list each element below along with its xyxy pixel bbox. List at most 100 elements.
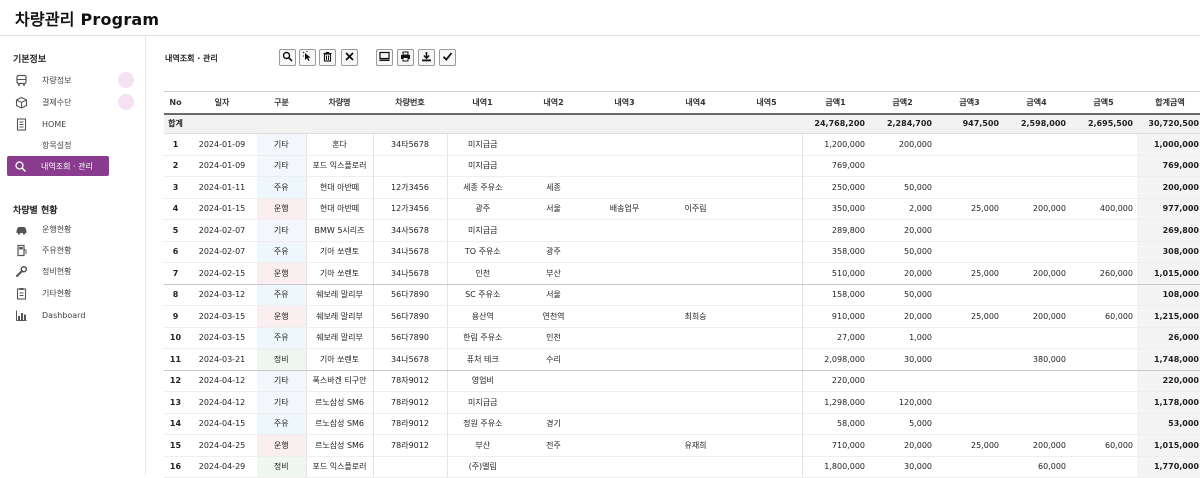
summary-cell (660, 113, 731, 134)
amount-3-cell (936, 133, 1003, 156)
table-row[interactable]: 1 2024-01-09 기타 혼다 34타5678 미지급금 1,200,000 200,0… (164, 133, 1200, 156)
sidebar-item-fuel-status[interactable]: 주유현황 (8, 240, 134, 260)
column-header[interactable]: 내역1 (447, 91, 518, 115)
amount-2-cell: 30,000 (869, 348, 936, 371)
search-button[interactable] (279, 49, 296, 66)
section-title-vehicle-status: 차량별 현황 (13, 206, 58, 216)
vehicle-name-cell: 포드 익스플로러 (305, 456, 374, 478)
monitor-button[interactable] (376, 49, 393, 66)
detail-3-cell (589, 155, 660, 177)
detail-1-cell: 미지급금 (446, 219, 518, 242)
delete-button[interactable] (319, 49, 336, 66)
amount-3-cell: 25,000 (936, 262, 1003, 285)
select-button[interactable] (299, 49, 316, 66)
sidebar-item-home[interactable]: HOME (8, 114, 134, 134)
table-row[interactable]: 4 2024-01-15 운행 현대 아반떼 12가3456 광주 서울 배송업무 이주림 350… (164, 198, 1200, 220)
table-row[interactable]: 11 2024-03-21 정비 기아 쏘렌토 34나5678 퓨처 테크 수리 2,098,… (164, 348, 1200, 371)
detail-2-cell: 경기 (518, 413, 589, 435)
amount-1-cell: 510,000 (802, 262, 869, 285)
plate-number-cell: 78자9012 (373, 370, 447, 392)
amount-2-cell: 30,000 (869, 456, 936, 478)
column-header[interactable]: No (164, 91, 187, 115)
detail-2-cell: 서울 (518, 284, 589, 306)
table-row[interactable]: 8 2024-03-12 주유 쉐보레 말리부 56다7890 SC 주유소 서울 158,0… (164, 284, 1200, 306)
table-row[interactable]: 6 2024-02-07 주유 기아 쏘렌토 34나5678 TO 주유소 광주 358,00… (164, 241, 1200, 263)
column-header[interactable]: 내역2 (518, 91, 589, 115)
sidebar: 기본정보 차량정보 결제수단 HOME 항목설정 내역조회 · 관리 차량별 현… (0, 36, 146, 475)
column-header[interactable]: 금액2 (869, 91, 936, 115)
amount-1-cell: 58,000 (802, 413, 869, 435)
download-button[interactable] (418, 49, 435, 66)
amount-3-cell (936, 456, 1003, 478)
column-header[interactable]: 금액4 (1003, 91, 1070, 115)
sidebar-item-label: 결제수단 (42, 97, 72, 107)
column-header[interactable]: 금액1 (802, 91, 869, 115)
status-badge (118, 72, 134, 88)
table-row[interactable]: 14 2024-04-15 주유 르노삼성 SM6 78라9012 정원 주유소 경기 58,… (164, 413, 1200, 435)
column-header[interactable]: 차량명 (306, 91, 373, 115)
column-header[interactable]: 차량번호 (373, 91, 447, 115)
category-cell: 기타 (257, 133, 306, 156)
table-row[interactable]: 2 2024-01-09 기타 포드 익스플로러 미지급금 769,000 769,000 (164, 155, 1200, 177)
sidebar-item-driving-status[interactable]: 운행현황 (8, 219, 134, 239)
row-number: 6 (164, 241, 187, 263)
main-content: 내역조회 · 관리 No 일자 구분 차량명 차량번호 내역1 내역2 내역3 … (147, 36, 1200, 478)
detail-2-cell (518, 133, 589, 156)
summary-amount-3: 947,500 (936, 113, 1003, 134)
row-number: 3 (164, 176, 187, 199)
amount-5-cell (1070, 284, 1137, 306)
column-header[interactable]: 내역5 (731, 91, 802, 115)
amount-4-cell (1003, 155, 1070, 177)
table-row[interactable]: 13 2024-04-12 기타 르노삼성 SM6 78라9012 미지급금 1,298,0… (164, 391, 1200, 414)
column-header[interactable]: 금액5 (1070, 91, 1137, 115)
summary-cell (447, 113, 518, 134)
table-row[interactable]: 7 2024-02-15 운행 기아 쏘렌토 34나5678 인천 부산 510,000 20,… (164, 262, 1200, 285)
sidebar-item-dashboard[interactable]: Dashboard (8, 305, 134, 325)
plate-number-cell (373, 456, 447, 478)
trash-icon (322, 51, 333, 65)
sidebar-item-history-management[interactable]: 내역조회 · 관리 (7, 156, 109, 176)
category-cell: 운행 (257, 434, 306, 457)
sidebar-item-payment-method[interactable]: 결제수단 (8, 92, 134, 112)
column-header[interactable]: 금액3 (936, 91, 1003, 115)
sidebar-item-etc-status[interactable]: 기타현황 (8, 283, 134, 303)
summary-row: 합계 24,768,200 2,284,700 947,500 2,598,00… (164, 113, 1200, 134)
detail-5-cell (731, 198, 803, 220)
sidebar-item-item-settings[interactable]: 항목설정 (8, 135, 134, 155)
detail-4-cell (660, 262, 731, 285)
print-button[interactable] (397, 49, 414, 66)
detail-1-cell: 부산 (446, 434, 518, 457)
column-header[interactable]: 내역3 (589, 91, 660, 115)
detail-4-cell (660, 327, 731, 349)
sidebar-item-vehicle-info[interactable]: 차량정보 (8, 70, 134, 90)
table-row[interactable]: 12 2024-04-12 기타 폭스바겐 티구안 78자9012 영업비 220,000 2… (164, 370, 1200, 392)
confirm-button[interactable] (439, 49, 456, 66)
check-icon (442, 51, 453, 65)
column-header[interactable]: 구분 (257, 91, 306, 115)
table-row[interactable]: 15 2024-04-25 운행 르노삼성 SM6 78라9012 부산 전주 유재희 710,… (164, 434, 1200, 457)
category-cell: 주유 (257, 241, 306, 263)
column-header[interactable]: 일자 (187, 91, 257, 115)
total-amount-cell: 1,215,000 (1137, 305, 1200, 328)
table-row[interactable]: 3 2024-01-11 주유 현대 아반떼 12가3456 세종 주유소 세종 250,00… (164, 176, 1200, 199)
row-number: 8 (164, 284, 187, 306)
total-amount-cell: 53,000 (1137, 413, 1200, 435)
table-row[interactable]: 10 2024-03-15 주유 쉐보레 말리부 56다7890 한림 주유소 인천 27,0… (164, 327, 1200, 349)
detail-3-cell (589, 262, 660, 285)
sidebar-item-maintenance-status[interactable]: 정비현황 (8, 261, 134, 281)
detail-1-cell: 세종 주유소 (446, 176, 518, 199)
close-button[interactable] (341, 49, 358, 66)
amount-5-cell (1070, 348, 1137, 371)
table-row[interactable]: 5 2024-02-07 기타 BMW 5시리즈 34사5678 미지급금 289,800 2… (164, 219, 1200, 242)
table-row[interactable]: 9 2024-03-15 운행 쉐보레 말리부 56다7890 용산역 연천역 최희승 910,… (164, 305, 1200, 328)
detail-3-cell (589, 219, 660, 242)
summary-cell (257, 113, 306, 134)
date-cell: 2024-01-09 (187, 155, 257, 177)
amount-3-cell: 25,000 (936, 434, 1003, 457)
column-header[interactable]: 내역4 (660, 91, 731, 115)
table-row[interactable]: 16 2024-04-29 정비 포드 익스플로러 (주)엘림 1,800,000 30,0… (164, 456, 1200, 478)
amount-4-cell: 60,000 (1003, 456, 1070, 478)
detail-5-cell (731, 176, 803, 199)
column-header[interactable]: 합계금액 (1137, 91, 1200, 115)
total-amount-cell: 200,000 (1137, 176, 1200, 199)
